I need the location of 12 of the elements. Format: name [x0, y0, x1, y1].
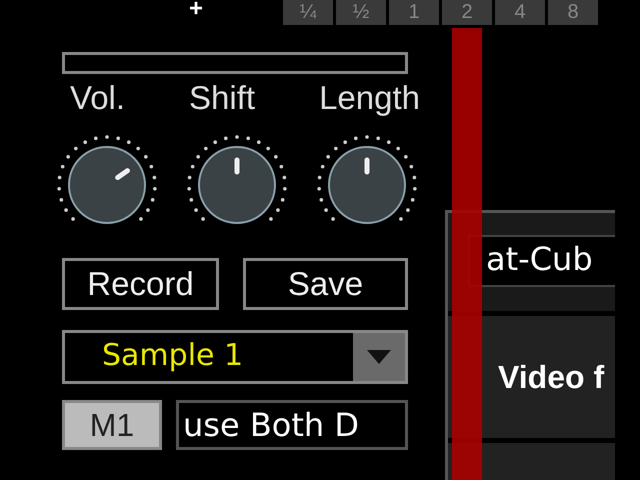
sample-dropdown[interactable]: Sample 1: [62, 330, 408, 384]
save-button[interactable]: Save: [243, 258, 408, 310]
record-button[interactable]: Record: [62, 258, 219, 310]
knob-label: Length: [319, 78, 420, 118]
knob-label: Vol.: [70, 78, 126, 118]
macro-name-field[interactable]: use Both D: [176, 400, 408, 450]
macro-button[interactable]: M1: [62, 400, 162, 450]
add-button[interactable]: +: [186, 0, 206, 18]
video-label: Video f: [498, 358, 604, 396]
dropdown-value: Sample 1: [101, 337, 244, 375]
knob-label: Shift: [189, 78, 256, 118]
dropdown-caret-icon: [367, 350, 391, 364]
